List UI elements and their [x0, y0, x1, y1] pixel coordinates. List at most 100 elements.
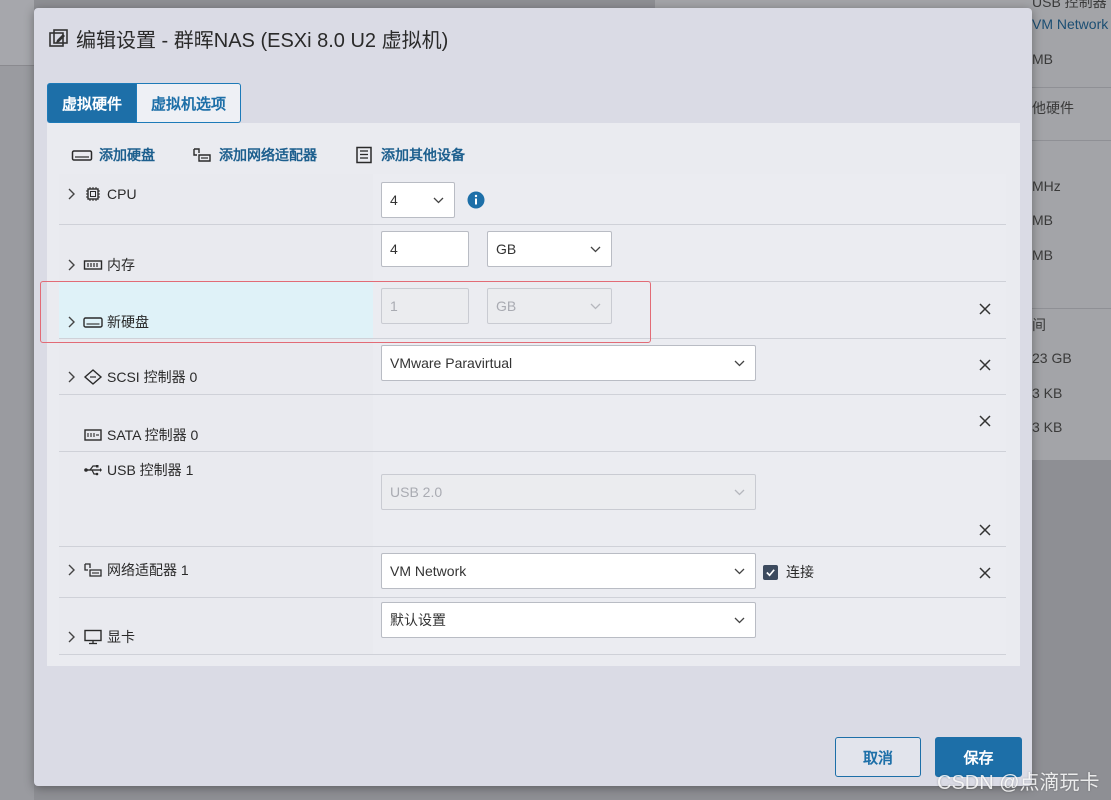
- network-value: VM Network: [390, 563, 467, 579]
- chevron-right-icon[interactable]: [65, 315, 79, 329]
- background-text: 间: [1032, 317, 1046, 333]
- add-network-label: 添加网络适配器: [219, 147, 317, 163]
- cpu-icon: [86, 187, 100, 201]
- background-text: 23 GB: [1032, 350, 1072, 366]
- add-network-adapter-button[interactable]: 添加网络适配器: [191, 145, 317, 165]
- monitor-icon: [84, 629, 102, 645]
- scsi-type-value: VMware Paravirtual: [390, 355, 513, 371]
- chevron-down-icon: [590, 303, 601, 310]
- dialog-title: 编辑设置 - 群晖NAS (ESXi 8.0 U2 虚拟机): [48, 24, 448, 53]
- remove-network-close-icon[interactable]: [978, 566, 992, 580]
- row-label-usb: USB 控制器 1: [65, 460, 193, 480]
- memory-icon: [83, 260, 103, 270]
- disk-size-input[interactable]: 1: [381, 288, 469, 324]
- tab-vm-options[interactable]: 虚拟机选项: [137, 83, 242, 123]
- display-select[interactable]: 默认设置: [381, 602, 756, 638]
- background-text: VM Network: [1032, 16, 1109, 32]
- usb-icon: [84, 465, 102, 476]
- sata-label: SATA 控制器 0: [107, 427, 199, 443]
- memory-label: 内存: [107, 257, 135, 273]
- connect-label: 连接: [786, 564, 814, 580]
- background-text: 3 KB: [1032, 385, 1063, 401]
- chevron-right-icon[interactable]: [65, 258, 79, 272]
- row-label-network[interactable]: 网络适配器 1: [65, 560, 189, 580]
- background-right-panel: USB 控制器 VM Network MB 他硬件 MHz MB MB 间 23…: [1030, 0, 1111, 460]
- background-text: MB: [1032, 247, 1053, 263]
- disk-unit-value: GB: [496, 298, 517, 314]
- cpu-count-select[interactable]: 4: [381, 182, 455, 218]
- row-label-memory[interactable]: 内存: [65, 255, 135, 275]
- background-text: 3 KB: [1032, 419, 1063, 435]
- watermark: CSDN @点滴玩卡: [937, 772, 1100, 794]
- chevron-right-icon[interactable]: [65, 630, 79, 644]
- add-disk-button[interactable]: 添加硬盘: [71, 145, 155, 165]
- virtual-hardware-panel: 添加硬盘 添加网络适配器 添加其他设备 CPU 4 内存 4 GB 新硬盘 1 …: [47, 123, 1020, 666]
- remove-scsi-close-icon[interactable]: [978, 358, 992, 372]
- hardware-row-display: 显卡 默认设置: [59, 598, 1006, 655]
- row-label-scsi[interactable]: SCSI 控制器 0: [65, 367, 197, 387]
- chevron-down-icon: [734, 489, 745, 496]
- cpu-count-value: 4: [390, 192, 398, 208]
- network-label: 网络适配器 1: [107, 562, 189, 578]
- row-label-cpu[interactable]: CPU: [65, 186, 137, 202]
- hardware-row-usb: USB 控制器 1 USB 2.0: [59, 452, 1006, 547]
- checkbox-checked-icon[interactable]: [763, 564, 778, 580]
- display-value: 默认设置: [390, 612, 446, 628]
- memory-unit-select[interactable]: GB: [487, 231, 612, 267]
- usb-label: USB 控制器 1: [107, 462, 194, 478]
- hardware-row-network: 网络适配器 1 VM Network 连接: [59, 547, 1006, 598]
- chevron-down-icon: [734, 617, 745, 624]
- hard-disk-icon: [83, 317, 103, 328]
- memory-size-value: 4: [390, 241, 398, 257]
- hardware-row-sata: SATA 控制器 0: [59, 395, 1006, 452]
- hardware-toolbar: 添加硬盘 添加网络适配器 添加其他设备: [71, 145, 465, 165]
- chevron-down-icon: [734, 360, 745, 367]
- row-label-display[interactable]: 显卡: [65, 627, 135, 647]
- info-icon[interactable]: [467, 191, 485, 209]
- chevron-right-icon[interactable]: [65, 370, 79, 384]
- row-label-new-disk[interactable]: 新硬盘: [65, 312, 149, 332]
- chevron-down-icon: [433, 197, 444, 204]
- network-adapter-icon: [84, 563, 102, 577]
- add-other-device-button[interactable]: 添加其他设备: [353, 145, 465, 165]
- background-left-strip: [0, 0, 34, 66]
- cancel-button[interactable]: 取消: [835, 737, 921, 777]
- chevron-down-icon: [590, 246, 601, 253]
- network-select[interactable]: VM Network: [381, 553, 756, 589]
- chevron-right-icon[interactable]: [65, 187, 79, 201]
- tab-virtual-hardware[interactable]: 虚拟硬件: [47, 83, 138, 123]
- hard-disk-icon: [71, 150, 93, 161]
- add-other-label: 添加其他设备: [381, 147, 465, 163]
- network-adapter-icon: [193, 148, 211, 162]
- background-top-strip: [655, 0, 1031, 8]
- background-text: MB: [1032, 212, 1053, 228]
- background-text: 他硬件: [1032, 100, 1074, 116]
- connect-checkbox[interactable]: 连接: [763, 562, 814, 582]
- tab-bar: 虚拟硬件 虚拟机选项: [47, 83, 242, 123]
- remove-disk-close-icon[interactable]: [978, 302, 992, 316]
- hardware-row-new-disk: 新硬盘 1 GB: [59, 282, 1006, 339]
- disk-unit-select[interactable]: GB: [487, 288, 612, 324]
- hardware-row-memory: 内存 4 GB: [59, 225, 1006, 282]
- chevron-down-icon: [734, 568, 745, 575]
- other-device-icon: [356, 146, 372, 164]
- usb-type-select[interactable]: USB 2.0: [381, 474, 756, 510]
- remove-sata-close-icon[interactable]: [978, 414, 992, 428]
- cpu-label: CPU: [107, 186, 137, 202]
- row-label-sata: SATA 控制器 0: [65, 425, 198, 445]
- scsi-type-select[interactable]: VMware Paravirtual: [381, 345, 756, 381]
- remove-usb-close-icon[interactable]: [978, 523, 992, 537]
- add-disk-label: 添加硬盘: [99, 147, 155, 163]
- hardware-row-scsi: SCSI 控制器 0 VMware Paravirtual: [59, 339, 1006, 395]
- hardware-table: CPU 4 内存 4 GB 新硬盘 1 GB SCSI 控制器 0 VMware…: [59, 174, 1006, 655]
- background-left-bar: [0, 0, 34, 800]
- edit-settings-dialog: 编辑设置 - 群晖NAS (ESXi 8.0 U2 虚拟机) 虚拟硬件 虚拟机选…: [34, 8, 1032, 786]
- chevron-right-icon[interactable]: [65, 563, 79, 577]
- memory-unit-value: GB: [496, 241, 517, 257]
- background-text: MHz: [1032, 178, 1061, 194]
- memory-size-input[interactable]: 4: [381, 231, 469, 267]
- usb-type-value: USB 2.0: [390, 484, 443, 500]
- disk-size-value: 1: [390, 298, 398, 314]
- dialog-title-text: 编辑设置 - 群晖NAS (ESXi 8.0 U2 虚拟机): [76, 30, 449, 52]
- scsi-controller-icon: [83, 369, 103, 385]
